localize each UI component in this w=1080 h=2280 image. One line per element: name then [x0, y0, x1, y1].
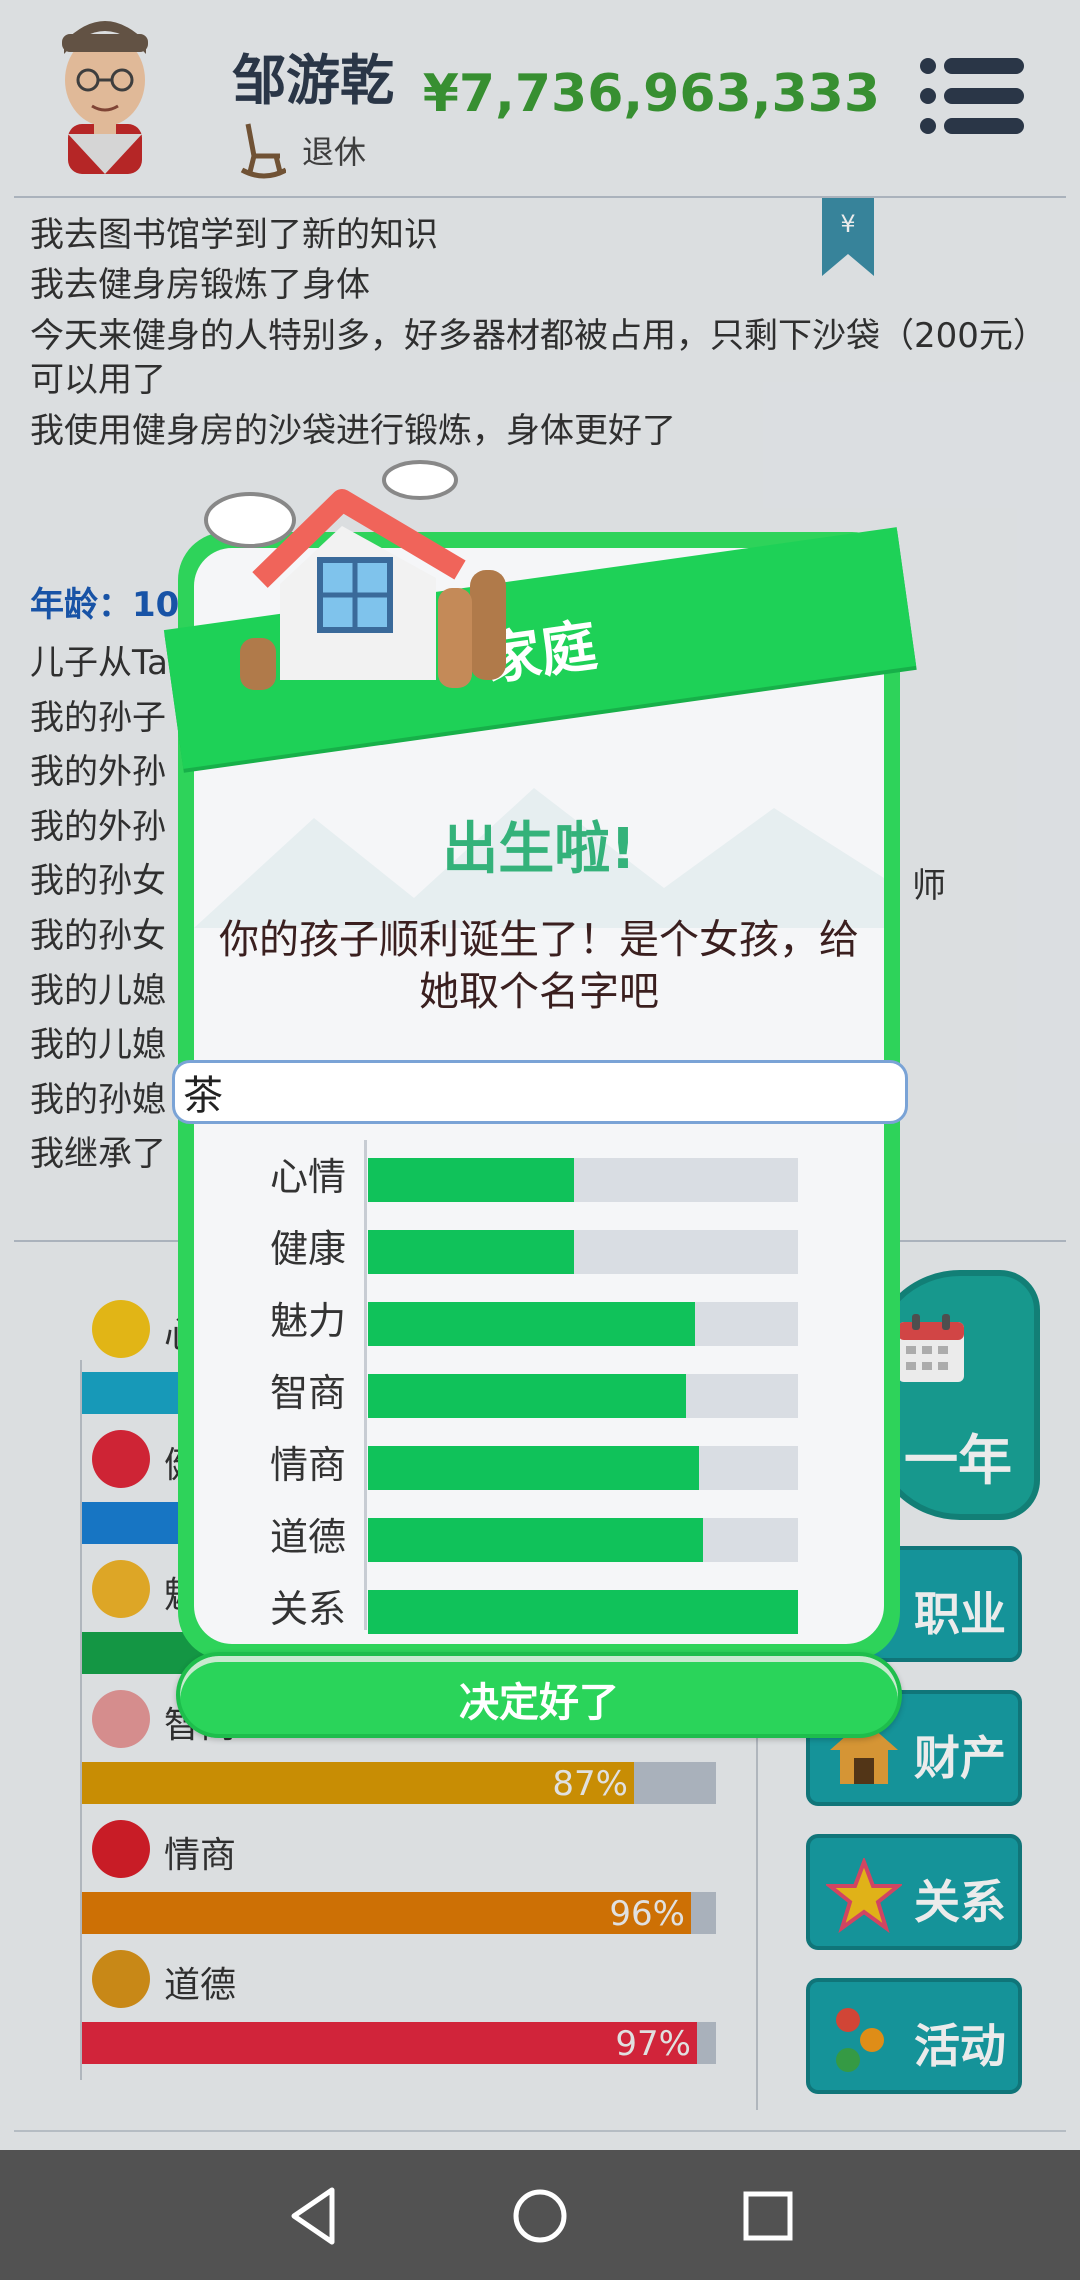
attribute-bar-fill [368, 1590, 798, 1634]
attribute-name: 心情 [270, 1155, 347, 1199]
attribute-bar [368, 1374, 798, 1418]
dialog-title: 出生啦! [442, 817, 636, 882]
attribute-row: 情商 [250, 1434, 820, 1490]
attribute-name: 道德 [270, 1515, 347, 1559]
attribute-row: 道德 [250, 1506, 820, 1562]
attribute-bar-fill [368, 1374, 686, 1418]
attribute-name: 关系 [270, 1587, 347, 1631]
attribute-bar [368, 1590, 798, 1634]
confirm-name-button[interactable]: 决定好了 [176, 1652, 902, 1738]
attribute-name: 魅力 [270, 1299, 347, 1343]
attribute-row: 智商 [250, 1362, 820, 1418]
attribute-bar-fill [368, 1230, 574, 1274]
confirm-label: 决定好了 [459, 1680, 619, 1726]
dialog-message: 你的孩子顺利诞生了！是个女孩，给她取个名字吧 [219, 917, 859, 1015]
attribute-row: 心情 [250, 1146, 820, 1202]
attribute-bar-fill [368, 1518, 703, 1562]
attribute-bar-fill [368, 1158, 574, 1202]
attribute-bar [368, 1518, 798, 1562]
back-icon[interactable] [282, 2184, 346, 2248]
attribute-bar [368, 1302, 798, 1346]
attribute-name: 情商 [270, 1443, 347, 1487]
attribute-bar [368, 1230, 798, 1274]
house-illustration [204, 460, 506, 690]
attribute-bar [368, 1446, 798, 1490]
attribute-row: 关系 [250, 1578, 820, 1634]
recents-icon[interactable] [736, 2184, 800, 2248]
home-icon[interactable] [508, 2184, 572, 2248]
attribute-row: 魅力 [250, 1290, 820, 1346]
attribute-bar-fill [368, 1446, 699, 1490]
attribute-name: 健康 [270, 1227, 347, 1271]
attribute-bar [368, 1158, 798, 1202]
baby-name-input[interactable] [172, 1060, 908, 1124]
baby-attributes: 心情健康魅力智商情商道德关系 [250, 1140, 820, 1640]
system-nav-bar [0, 2150, 1080, 2280]
attribute-bar-fill [368, 1302, 695, 1346]
attribute-name: 智商 [270, 1371, 347, 1415]
attribute-row: 健康 [250, 1218, 820, 1274]
